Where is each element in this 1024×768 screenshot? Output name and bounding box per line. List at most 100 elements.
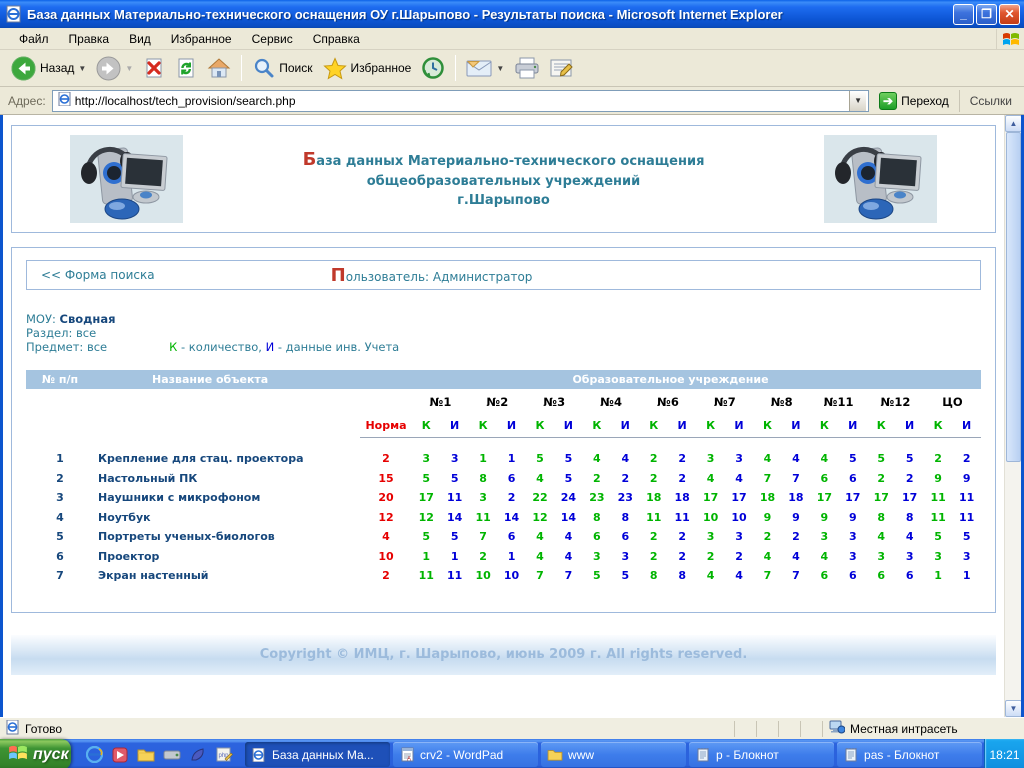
back-button[interactable]: Назад ▼ [6,53,91,84]
k-value: 4 [867,527,895,547]
k-value: 5 [412,527,440,547]
task-button-0[interactable]: База данных Ма... [245,742,390,767]
mail-dropdown-icon[interactable]: ▼ [496,64,504,73]
forward-dropdown-icon[interactable]: ▼ [125,64,133,73]
scrollbar-thumb[interactable] [1006,132,1021,462]
edit-button[interactable] [545,55,579,81]
i-value: 5 [440,469,468,489]
k-value: 17 [696,488,724,508]
user-label: Пользователь: Администратор [331,265,533,286]
menu-item-1[interactable]: Правка [59,29,120,49]
stop-button[interactable] [138,54,170,82]
k-value: 2 [640,469,668,489]
school-header-3: №4 [583,389,640,415]
search-icon [252,57,275,80]
home-button[interactable] [202,54,236,82]
i-value: 18 [782,488,810,508]
task-button-4[interactable]: pas - Блокнот [837,742,982,767]
menu-item-2[interactable]: Вид [119,29,161,49]
ie-icon [251,747,267,763]
i-value: 5 [554,449,582,469]
i-value: 18 [668,488,696,508]
i-value: 11 [668,508,696,528]
task-button-2[interactable]: www [541,742,686,767]
go-button[interactable]: ➔ Переход [873,90,955,112]
print-button[interactable] [509,54,545,82]
quick-launch-drive-icon[interactable] [163,746,181,764]
back-dropdown-icon[interactable]: ▼ [78,64,86,73]
search-form-link[interactable]: << Форма поиска [41,268,155,282]
object-name: Проектор [94,547,360,567]
start-windows-flag-icon [8,743,28,767]
object-name: Наушники с микрофоном [94,488,360,508]
minimize-button[interactable]: _ [953,4,974,25]
quick-launch-php-edit-icon[interactable]: php [215,746,233,764]
refresh-button[interactable] [170,54,202,82]
k-value: 18 [753,488,781,508]
k-value: 6 [867,566,895,586]
i-value: 14 [440,508,468,528]
i-value: 11 [440,488,468,508]
start-button[interactable]: пуск [0,739,71,768]
taskbar: пуск php База данных Ма...Acrv2 - WordPa… [0,739,1024,768]
menu-item-0[interactable]: Файл [9,29,59,49]
k-value: 2 [867,469,895,489]
object-name: Настольный ПК [94,469,360,489]
i-header: И [611,415,639,437]
document-icon [6,720,20,738]
norm-value: 2 [360,566,412,586]
k-value: 5 [924,527,952,547]
i-value: 5 [952,527,981,547]
address-dropdown-icon[interactable]: ▼ [849,91,866,111]
i-value: 2 [725,547,753,567]
table-body: 1Крепление для стац. проектора2331155442… [26,449,981,586]
k-value: 3 [412,449,440,469]
address-input[interactable] [75,94,849,108]
close-button[interactable]: ✕ [999,4,1020,25]
vertical-scrollbar[interactable]: ▲ ▼ [1004,115,1021,717]
search-button[interactable]: Поиск [247,54,317,83]
i-value: 1 [497,449,525,469]
i-header: И [895,415,923,437]
i-value: 1 [440,547,468,567]
row-number: 2 [26,469,94,489]
scroll-down-icon[interactable]: ▼ [1005,700,1022,717]
task-button-3[interactable]: p - Блокнот [689,742,834,767]
i-value: 5 [895,449,923,469]
k-header: К [867,415,895,437]
menu-item-4[interactable]: Сервис [242,29,303,49]
i-value: 1 [952,566,981,586]
i-value: 2 [895,469,923,489]
go-label: Переход [901,94,949,108]
table-ki-row: Норма КИКИКИКИКИКИКИКИКИКИ [26,415,981,437]
quick-launch-folder-icon[interactable] [137,746,155,764]
quick-launch-app-icon[interactable] [189,746,207,764]
favorites-button[interactable]: Избранное [318,54,417,83]
history-icon [421,56,445,80]
quick-launch-ie-icon[interactable] [85,746,103,764]
scroll-up-icon[interactable]: ▲ [1005,115,1022,132]
folder-icon [547,747,563,763]
toolbar-separator [455,55,456,81]
quick-launch-media-icon[interactable] [111,746,129,764]
i-value: 5 [440,527,468,547]
k-value: 6 [810,566,838,586]
task-button-1[interactable]: Acrv2 - WordPad [393,742,538,767]
k-value: 5 [867,449,895,469]
forward-button[interactable]: ▼ [91,53,138,84]
menu-item-3[interactable]: Избранное [161,29,242,49]
school-header-4: №6 [640,389,697,415]
k-value: 3 [696,527,724,547]
k-value: 4 [696,566,724,586]
i-value: 10 [725,508,753,528]
table-row: 4Ноутбук12121411141214881111101099998811… [26,508,981,528]
status-separator [756,721,778,737]
k-value: 7 [753,469,781,489]
notepad-icon [695,747,711,763]
address-input-box: ▼ [52,90,869,112]
history-button[interactable] [416,53,450,83]
status-separator [734,721,756,737]
mail-button[interactable]: ▼ [461,55,509,81]
menu-item-5[interactable]: Справка [303,29,370,49]
restore-button[interactable]: ❐ [976,4,997,25]
